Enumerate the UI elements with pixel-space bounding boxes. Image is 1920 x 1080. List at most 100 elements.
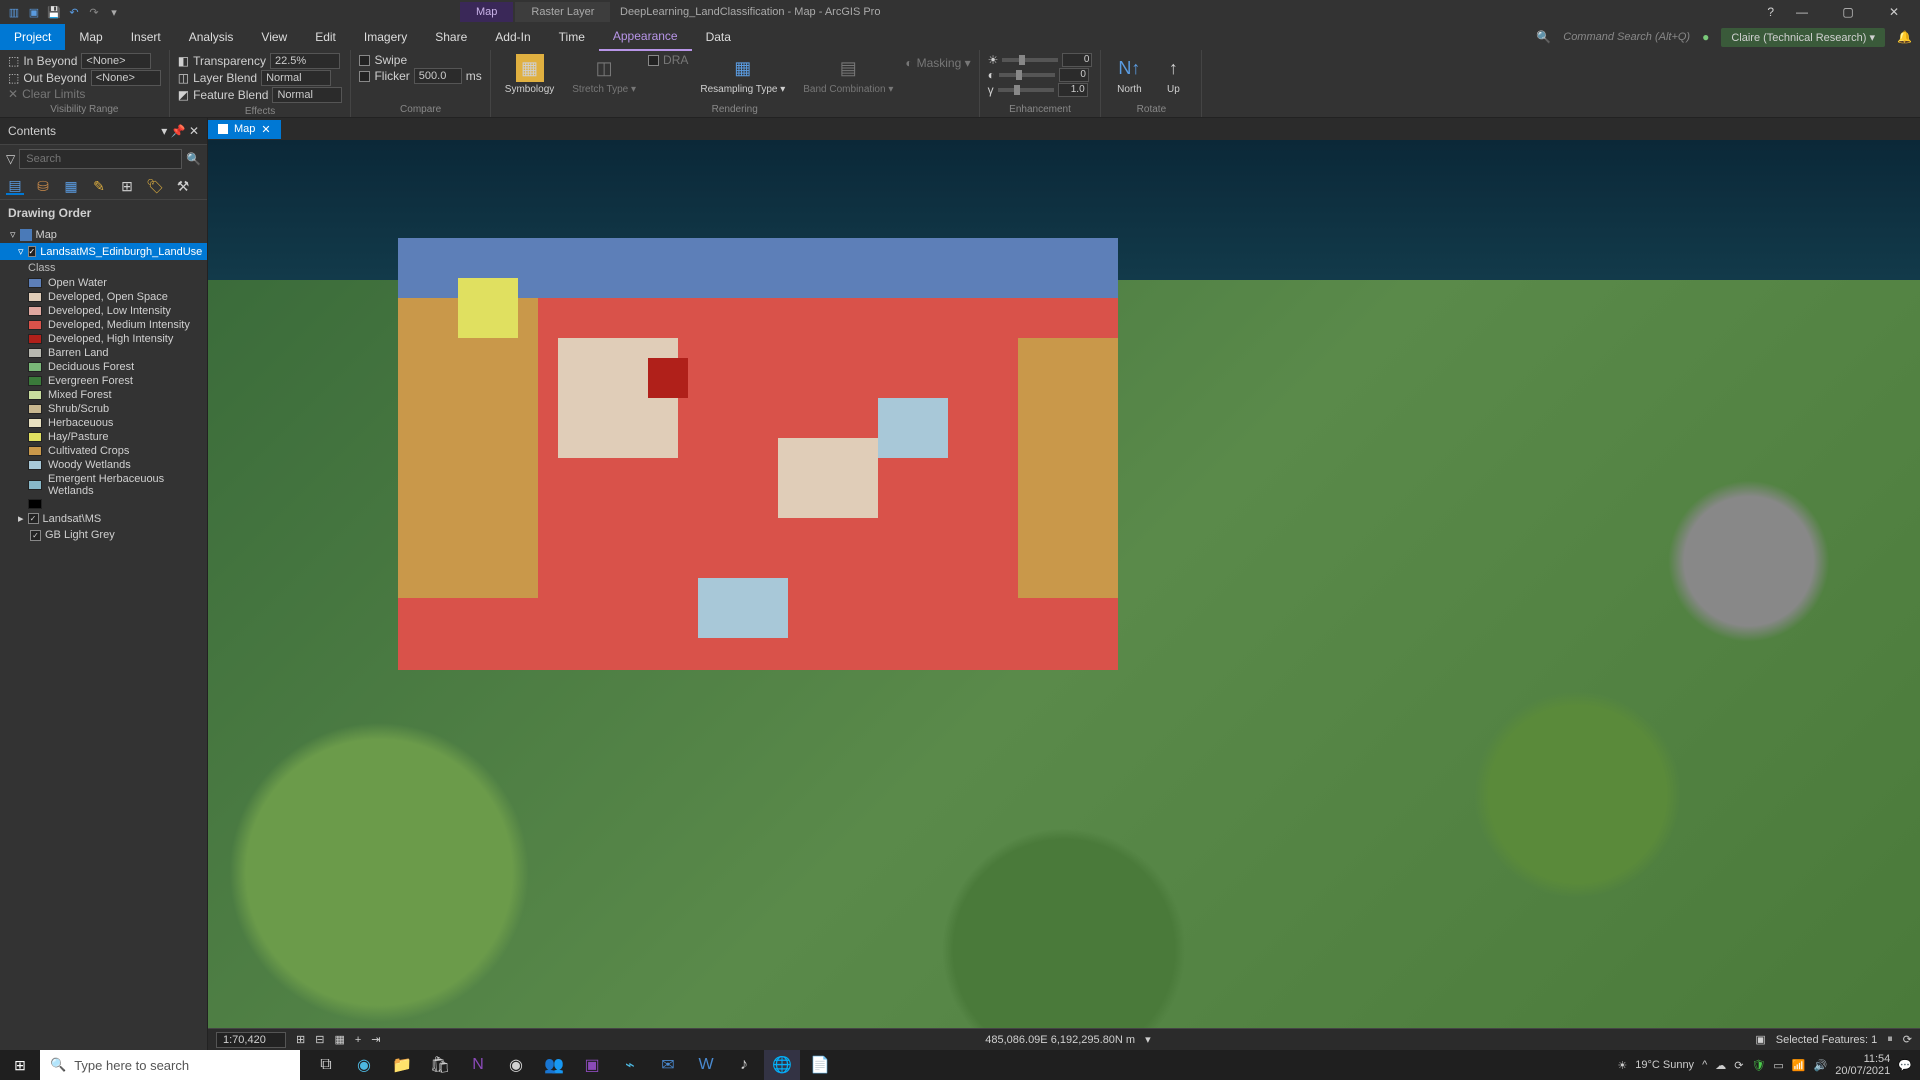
gamma-slider[interactable] [998, 88, 1054, 92]
tray-volume-icon[interactable]: 🔊 [1814, 1059, 1828, 1072]
explorer-icon[interactable]: 📁 [384, 1050, 420, 1080]
menu-analysis[interactable]: Analysis [175, 24, 248, 50]
help-icon[interactable]: ? [1767, 5, 1774, 19]
autohide-icon[interactable]: ▾ 📌 [161, 124, 185, 138]
gamma-value[interactable]: 1.0 [1058, 83, 1088, 97]
brightness-value[interactable]: 0 [1062, 53, 1092, 67]
list-by-snapping-icon[interactable]: ⊞ [118, 177, 136, 195]
expand-icon[interactable]: ▿ [18, 245, 24, 258]
legend-item[interactable]: Woody Wetlands [0, 458, 207, 472]
resampling-button[interactable]: ▦Resampling Type ▾ [694, 52, 791, 97]
legend-item[interactable]: Open Water [0, 276, 207, 290]
view-tab-map[interactable]: Map ✕ [208, 120, 281, 139]
onenote-icon[interactable]: N [460, 1050, 496, 1080]
layer-blend-select[interactable]: Normal [261, 70, 331, 86]
weather-text[interactable]: 19°C Sunny [1635, 1059, 1694, 1071]
user-badge[interactable]: Claire (Technical Research) ▾ [1721, 28, 1885, 47]
close-panel-icon[interactable]: ✕ [189, 124, 199, 138]
expand-icon[interactable]: ▸ [18, 512, 24, 525]
legend-item[interactable]: Developed, Medium Intensity [0, 318, 207, 332]
dra-checkbox[interactable] [648, 55, 659, 66]
swipe-checkbox[interactable] [359, 55, 370, 66]
list-by-editing-icon[interactable]: ✎ [90, 177, 108, 195]
symbology-button[interactable]: ▦Symbology [499, 52, 560, 97]
tray-onedrive-icon[interactable]: ☁ [1715, 1059, 1726, 1072]
search-go-icon[interactable]: 🔍 [186, 152, 201, 166]
refresh-icon[interactable]: ⟳ [1903, 1033, 1912, 1046]
legend-item[interactable]: Deciduous Forest [0, 360, 207, 374]
app-icon[interactable]: ▣ [574, 1050, 610, 1080]
tray-wifi-icon[interactable]: 📶 [1792, 1059, 1806, 1072]
layer-visibility-checkbox[interactable]: ✓ [28, 246, 37, 257]
in-beyond-select[interactable]: <None> [81, 53, 151, 69]
coordinates-readout[interactable]: 485,086.09E 6,192,295.80N m [985, 1034, 1135, 1046]
legend-item[interactable]: Developed, Open Space [0, 290, 207, 304]
command-search[interactable]: Command Search (Alt+Q) [1563, 31, 1690, 43]
layer-visibility-checkbox[interactable]: ✓ [30, 530, 41, 541]
tree-map-node[interactable]: ▿ Map [0, 226, 207, 243]
teams-icon[interactable]: 👥 [536, 1050, 572, 1080]
rotate-up-button[interactable]: ↑Up [1153, 52, 1193, 97]
list-by-labeling-icon[interactable]: 🏷 [146, 177, 164, 195]
tray-sync-icon[interactable]: ⟳ [1734, 1059, 1743, 1072]
legend-item[interactable]: Emergent Herbaceuous Wetlands [0, 472, 207, 498]
status-tool-icon[interactable]: + [355, 1034, 361, 1046]
flicker-checkbox[interactable] [359, 71, 370, 82]
contents-search-input[interactable] [19, 149, 182, 169]
map-canvas[interactable]: Time ▾ [208, 140, 1920, 1028]
filter-icon[interactable]: ▽ [6, 152, 15, 166]
coord-dropdown-icon[interactable]: ▾ [1145, 1033, 1151, 1046]
taskbar-clock[interactable]: 11:54 20/07/2021 [1835, 1053, 1890, 1077]
menu-share[interactable]: Share [421, 24, 481, 50]
stretch-type-button[interactable]: ◫Stretch Type ▾ [566, 52, 642, 97]
vscode-icon[interactable]: ⌁ [612, 1050, 648, 1080]
chrome-icon[interactable]: ◉ [498, 1050, 534, 1080]
menu-edit[interactable]: Edit [301, 24, 350, 50]
legend-item[interactable]: Developed, High Intensity [0, 332, 207, 346]
close-button[interactable]: ✕ [1876, 0, 1912, 24]
band-combination-button[interactable]: ▤Band Combination ▾ [797, 52, 899, 97]
context-tab-map[interactable]: Map [460, 2, 513, 22]
maximize-button[interactable]: ▢ [1830, 0, 1866, 24]
list-by-selection-icon[interactable]: ▦ [62, 177, 80, 195]
itunes-icon[interactable]: ♪ [726, 1050, 762, 1080]
task-view-icon[interactable]: ⧉ [308, 1050, 344, 1080]
legend-item[interactable]: Barren Land [0, 346, 207, 360]
brightness-slider[interactable] [1002, 58, 1058, 62]
menu-imagery[interactable]: Imagery [350, 24, 421, 50]
status-tool-icon[interactable]: ▦ [334, 1033, 344, 1046]
legend-item[interactable]: Mixed Forest [0, 388, 207, 402]
undo-icon[interactable]: ↶ [66, 4, 82, 20]
redo-icon[interactable]: ↷ [86, 4, 102, 20]
qat-more-icon[interactable]: ▾ [106, 4, 122, 20]
tree-layer-landuse[interactable]: ▿ ✓ LandsatMS_Edinburgh_LandUse [0, 243, 207, 260]
legend-item[interactable]: Hay/Pasture [0, 430, 207, 444]
notifications-icon[interactable]: 🔔 [1897, 30, 1912, 44]
legend-item[interactable]: Cultivated Crops [0, 444, 207, 458]
clear-limits-button[interactable]: Clear Limits [22, 87, 85, 101]
masking-button[interactable]: Masking ▾ [917, 56, 971, 70]
contrast-slider[interactable] [999, 73, 1055, 77]
list-by-source-icon[interactable]: ⛁ [34, 177, 52, 195]
legend-item[interactable]: Developed, Low Intensity [0, 304, 207, 318]
arcgis-icon[interactable]: 🌐 [764, 1050, 800, 1080]
layer-visibility-checkbox[interactable]: ✓ [28, 513, 39, 524]
transparency-input[interactable]: 22.5% [270, 53, 340, 69]
open-project-icon[interactable]: ▣ [26, 4, 42, 20]
tray-security-icon[interactable]: 🛡 [1751, 1059, 1765, 1072]
list-by-drawing-icon[interactable]: ▤ [6, 177, 24, 195]
flicker-input[interactable] [414, 68, 462, 84]
weather-icon[interactable]: ☀ [1617, 1059, 1627, 1072]
list-by-perf-icon[interactable]: ⚒ [174, 177, 192, 195]
menu-time[interactable]: Time [545, 24, 599, 50]
menu-data[interactable]: Data [692, 24, 745, 50]
status-tool-icon[interactable]: ⊞ [296, 1033, 305, 1046]
status-tool-icon[interactable]: ⊟ [315, 1033, 324, 1046]
minimize-button[interactable]: ― [1784, 0, 1820, 24]
tray-battery-icon[interactable]: ▭ [1773, 1059, 1783, 1072]
search-icon[interactable]: 🔍 [1536, 30, 1551, 44]
legend-item[interactable]: Evergreen Forest [0, 374, 207, 388]
tree-layer-landsatms[interactable]: ▸ ✓ Landsat\MS [0, 510, 207, 527]
menu-project[interactable]: Project [0, 24, 65, 50]
expand-icon[interactable]: ▿ [10, 228, 16, 241]
